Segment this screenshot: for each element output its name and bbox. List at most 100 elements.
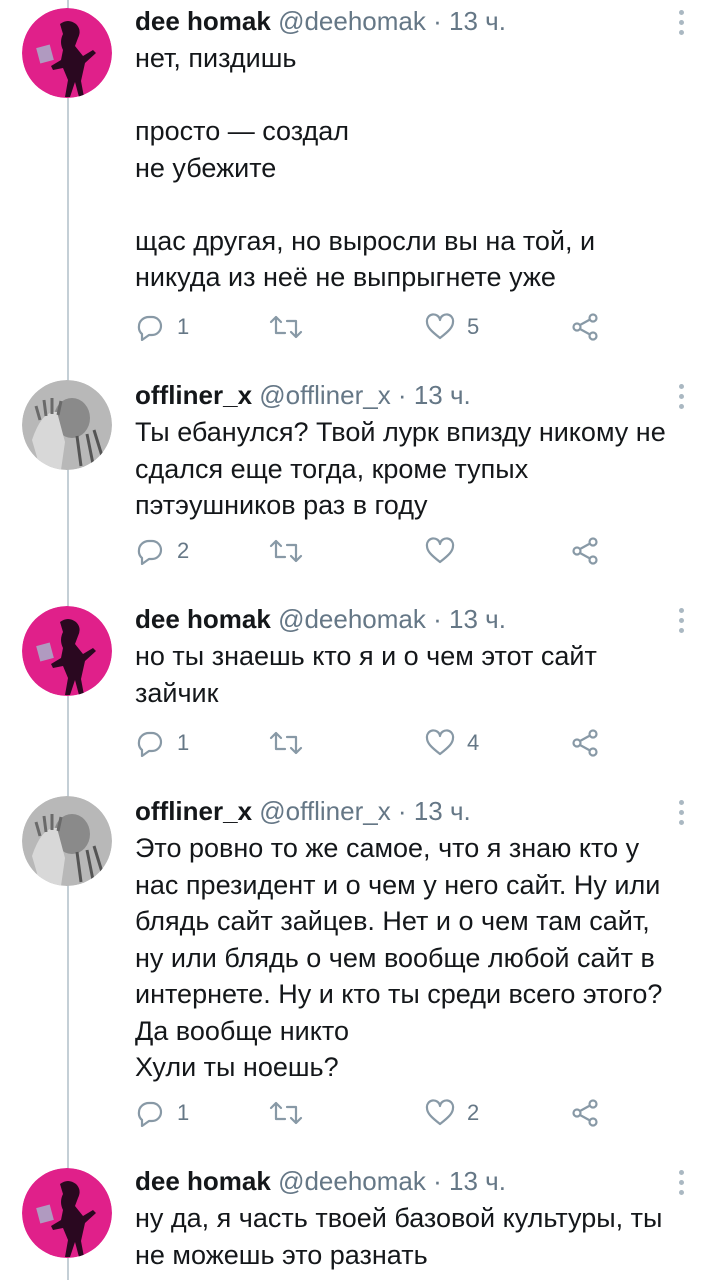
tweet-header: dee homak @deehomak · 13 ч.	[135, 1164, 506, 1198]
display-name[interactable]: offliner_x	[135, 380, 252, 410]
share-icon	[572, 537, 598, 565]
retweet-button[interactable]	[268, 534, 316, 568]
reply-count: 2	[177, 538, 190, 563]
tweet-actions: 1 5	[135, 310, 615, 344]
display-name[interactable]: offliner_x	[135, 796, 252, 826]
tweet-text-line: пэтэушников раз в году	[135, 490, 428, 520]
tweet-text-line: не убежите	[135, 152, 277, 183]
share-button[interactable]	[571, 534, 601, 568]
separator: ·	[397, 796, 407, 826]
like-button[interactable]: 4	[425, 726, 479, 760]
tweet-text: Ты ебанулся? Твой лурк впизду никому не …	[135, 414, 695, 524]
tweet-header: dee homak @deehomak · 13 ч.	[135, 602, 506, 636]
tweet-text-line: блядь сайт зайцев. Нет и о чем там сайт,	[135, 906, 650, 936]
retweet-button[interactable]	[268, 726, 316, 760]
tweet-text-line: сдался еще тогда, кроме тупых	[135, 453, 529, 484]
display-name[interactable]: dee homak	[135, 1166, 271, 1196]
reply-icon	[137, 539, 163, 565]
avatar[interactable]	[22, 796, 112, 886]
avatar[interactable]	[22, 8, 112, 98]
timestamp[interactable]: 13 ч.	[449, 6, 506, 36]
tweet-header: dee homak @deehomak · 13 ч.	[135, 4, 506, 38]
tweet-text-line: щас другая, но выросли вы на той, и	[135, 225, 596, 256]
more-options-icon[interactable]	[670, 8, 694, 38]
separator: ·	[433, 6, 442, 36]
display-name[interactable]: dee homak	[135, 604, 271, 634]
tweet-text-line: не можешь это разнать	[135, 1239, 428, 1270]
avatar[interactable]	[22, 606, 112, 696]
separator: ·	[433, 604, 442, 634]
tweet-text-line	[135, 77, 695, 114]
heart-icon	[425, 1099, 455, 1126]
reply-button[interactable]: 1	[135, 1096, 189, 1130]
tweet-actions: 2	[135, 534, 615, 568]
avatar[interactable]	[22, 380, 112, 470]
tweet-text-line: нет, пиздишь	[135, 43, 297, 73]
tweet-text-line: ну да, я часть твоей базовой культуры, т…	[135, 1203, 663, 1233]
tweet-text-line: но ты знаешь кто я и о чем этот сайт	[135, 641, 597, 671]
tweet-text-line: Это ровно то же самое, что я знаю кто у	[135, 833, 640, 863]
handle[interactable]: @offliner_x	[259, 796, 390, 826]
reply-button[interactable]: 1	[135, 726, 189, 760]
reply-count: 1	[177, 1100, 190, 1125]
share-button[interactable]	[571, 726, 601, 760]
heart-icon	[425, 313, 455, 340]
retweet-icon	[269, 1101, 303, 1125]
tweet-header: offliner_x @offliner_x · 13 ч.	[135, 378, 471, 412]
share-icon	[572, 1099, 598, 1127]
retweet-button[interactable]	[268, 310, 316, 344]
more-options-icon[interactable]	[670, 1168, 694, 1198]
display-name[interactable]: dee homak	[135, 6, 271, 36]
reply-count: 1	[177, 730, 190, 755]
tweet-text-line: просто — создал	[135, 116, 350, 146]
share-button[interactable]	[571, 1096, 601, 1130]
reply-button[interactable]: 2	[135, 534, 189, 568]
reply-icon	[137, 731, 163, 757]
tweet-text: нет, пиздишь просто — создал не убежите …	[135, 40, 695, 296]
share-icon	[572, 729, 598, 757]
handle[interactable]: @deehomak	[278, 1166, 426, 1196]
reply-button[interactable]: 1	[135, 310, 189, 344]
retweet-button[interactable]	[268, 1096, 316, 1130]
tweet-text: Это ровно то же самое, что я знаю кто у …	[135, 830, 695, 1086]
like-button[interactable]: 2	[425, 1096, 479, 1130]
more-options-icon[interactable]	[670, 798, 694, 828]
share-button[interactable]	[571, 310, 601, 344]
tweet-text-line: Ты ебанулся? Твой лурк впизду никому не	[135, 417, 666, 447]
reply-count: 1	[177, 314, 190, 339]
handle[interactable]: @deehomak	[278, 6, 426, 36]
tweet-text-line: ну или блядь о чем вообще любой сайт в	[135, 942, 655, 973]
retweet-icon	[269, 539, 303, 563]
like-count: 5	[467, 314, 480, 339]
retweet-icon	[269, 315, 303, 339]
handle[interactable]: @deehomak	[278, 604, 426, 634]
avatar[interactable]	[22, 1168, 112, 1258]
more-options-icon[interactable]	[670, 382, 694, 412]
tweet-text-line: зайчик	[135, 677, 219, 708]
separator: ·	[433, 1166, 442, 1196]
more-options-icon[interactable]	[670, 606, 694, 636]
timestamp[interactable]: 13 ч.	[414, 796, 471, 826]
reply-icon	[137, 315, 163, 341]
tweet-text-line: Хули ты ноешь?	[135, 1052, 339, 1082]
tweet-actions: 1 4	[135, 726, 615, 760]
heart-icon	[425, 537, 455, 564]
like-count: 2	[467, 1100, 480, 1125]
tweet-text-line: нас президент и о чем у него сайт. Ну ил…	[135, 869, 661, 900]
tweet-actions: 1 2	[135, 1096, 615, 1130]
timestamp[interactable]: 13 ч.	[449, 1166, 506, 1196]
tweet-text-line: интернете. Ну и кто ты среди всего этого…	[135, 979, 663, 1009]
handle[interactable]: @offliner_x	[259, 380, 390, 410]
tweet-header: offliner_x @offliner_x · 13 ч.	[135, 794, 471, 828]
like-button[interactable]	[425, 534, 467, 568]
share-icon	[572, 313, 598, 341]
retweet-icon	[269, 731, 303, 755]
tweet-text-line: Да вообще никто	[135, 1015, 349, 1046]
heart-icon	[425, 729, 455, 756]
timestamp[interactable]: 13 ч.	[449, 604, 506, 634]
timestamp[interactable]: 13 ч.	[414, 380, 471, 410]
like-button[interactable]: 5	[425, 310, 479, 344]
reply-icon	[137, 1101, 163, 1127]
tweet-text: но ты знаешь кто я и о чем этот сайт зай…	[135, 638, 695, 711]
tweet-text-line: никуда из неё не выпрыгнете уже	[135, 262, 556, 292]
